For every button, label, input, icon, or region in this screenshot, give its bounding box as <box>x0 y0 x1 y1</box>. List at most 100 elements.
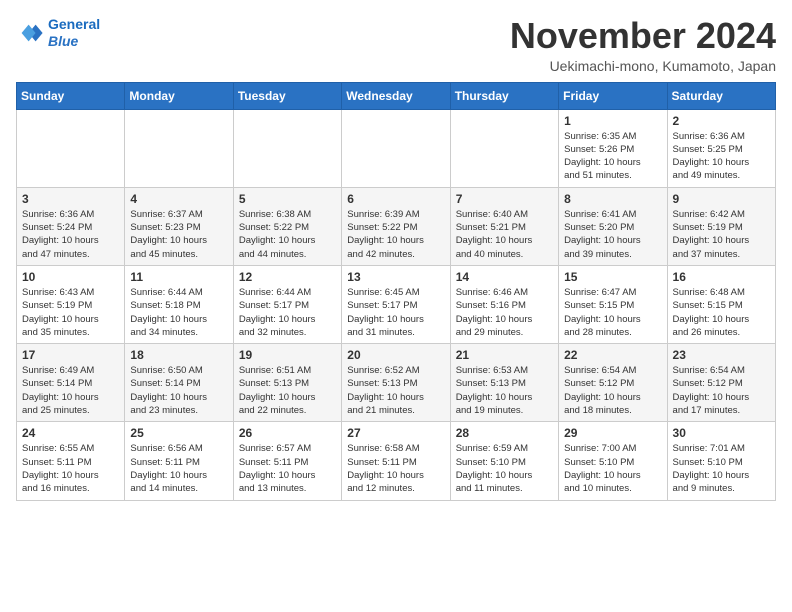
calendar-cell: 7 Sunrise: 6:40 AM Sunset: 5:21 PM Daylig… <box>450 187 558 265</box>
calendar-cell: 9Sunrise: 6:42 AM Sunset: 5:19 PM Daylig… <box>667 187 775 265</box>
logo: General Blue <box>16 16 100 50</box>
day-info: Sunrise: 6:52 AM Sunset: 5:13 PM Dayligh… <box>347 364 445 417</box>
day-number: 7 <box>456 192 554 206</box>
day-number: 28 <box>456 426 554 440</box>
calendar-table: SundayMondayTuesdayWednesdayThursdayFrid… <box>16 82 776 501</box>
day-info: Sunrise: 6:56 AM Sunset: 5:11 PM Dayligh… <box>130 442 228 495</box>
calendar-cell: 14Sunrise: 6:46 AM Sunset: 5:16 PM Dayli… <box>450 265 558 343</box>
day-number: 11 <box>130 270 228 284</box>
calendar-cell: 23 Sunrise: 6:54 AM Sunset: 5:12 PM Dayli… <box>667 344 775 422</box>
location-subtitle: Uekimachi-mono, Kumamoto, Japan <box>510 58 776 74</box>
day-info: Sunrise: 6:38 AM Sunset: 5:22 PM Dayligh… <box>239 208 337 261</box>
day-of-week-header: Tuesday <box>233 82 341 109</box>
day-number: 23 <box>673 348 771 362</box>
day-info: Sunrise: 6:51 AM Sunset: 5:13 PM Dayligh… <box>239 364 337 417</box>
day-info: Sunrise: 6:44 AM Sunset: 5:18 PM Dayligh… <box>130 286 228 339</box>
day-info: Sunrise: 6:48 AM Sunset: 5:15 PM Dayligh… <box>673 286 771 339</box>
calendar-week-row: 3 Sunrise: 6:36 AM Sunset: 5:24 PM Daylig… <box>17 187 776 265</box>
page-header: General Blue November 2024 Uekimachi-mon… <box>16 16 776 74</box>
day-number: 26 <box>239 426 337 440</box>
day-number: 10 <box>22 270 120 284</box>
day-number: 14 <box>456 270 554 284</box>
calendar-week-row: 10 Sunrise: 6:43 AM Sunset: 5:19 PM Dayli… <box>17 265 776 343</box>
calendar-week-row: 24 Sunrise: 6:55 AM Sunset: 5:11 PM Dayli… <box>17 422 776 500</box>
day-info: Sunrise: 6:41 AM Sunset: 5:20 PM Dayligh… <box>564 208 662 261</box>
day-info: Sunrise: 6:55 AM Sunset: 5:11 PM Dayligh… <box>22 442 120 495</box>
day-info: Sunrise: 6:39 AM Sunset: 5:22 PM Dayligh… <box>347 208 445 261</box>
day-of-week-header: Sunday <box>17 82 125 109</box>
day-number: 16 <box>673 270 771 284</box>
calendar-cell: 11 Sunrise: 6:44 AM Sunset: 5:18 PM Dayli… <box>125 265 233 343</box>
calendar-cell: 26 Sunrise: 6:57 AM Sunset: 5:11 PM Dayli… <box>233 422 341 500</box>
day-number: 2 <box>673 114 771 128</box>
logo-line2: Blue <box>48 33 78 49</box>
day-number: 21 <box>456 348 554 362</box>
day-number: 24 <box>22 426 120 440</box>
day-number: 12 <box>239 270 337 284</box>
day-info: Sunrise: 6:37 AM Sunset: 5:23 PM Dayligh… <box>130 208 228 261</box>
calendar-cell: 2Sunrise: 6:36 AM Sunset: 5:25 PM Daylig… <box>667 109 775 187</box>
day-of-week-header: Saturday <box>667 82 775 109</box>
day-info: Sunrise: 6:40 AM Sunset: 5:21 PM Dayligh… <box>456 208 554 261</box>
day-info: Sunrise: 6:57 AM Sunset: 5:11 PM Dayligh… <box>239 442 337 495</box>
day-number: 27 <box>347 426 445 440</box>
day-number: 17 <box>22 348 120 362</box>
calendar-cell <box>17 109 125 187</box>
day-info: Sunrise: 6:36 AM Sunset: 5:24 PM Dayligh… <box>22 208 120 261</box>
calendar-cell: 25 Sunrise: 6:56 AM Sunset: 5:11 PM Dayli… <box>125 422 233 500</box>
calendar-cell: 24 Sunrise: 6:55 AM Sunset: 5:11 PM Dayli… <box>17 422 125 500</box>
calendar-cell: 22Sunrise: 6:54 AM Sunset: 5:12 PM Dayli… <box>559 344 667 422</box>
day-info: Sunrise: 6:35 AM Sunset: 5:26 PM Dayligh… <box>564 130 662 183</box>
day-number: 15 <box>564 270 662 284</box>
day-info: Sunrise: 6:43 AM Sunset: 5:19 PM Dayligh… <box>22 286 120 339</box>
calendar-cell: 13 Sunrise: 6:45 AM Sunset: 5:17 PM Dayli… <box>342 265 450 343</box>
calendar-cell <box>450 109 558 187</box>
day-info: Sunrise: 6:58 AM Sunset: 5:11 PM Dayligh… <box>347 442 445 495</box>
calendar-cell: 16 Sunrise: 6:48 AM Sunset: 5:15 PM Dayli… <box>667 265 775 343</box>
calendar-cell: 17 Sunrise: 6:49 AM Sunset: 5:14 PM Dayli… <box>17 344 125 422</box>
day-info: Sunrise: 6:49 AM Sunset: 5:14 PM Dayligh… <box>22 364 120 417</box>
day-number: 3 <box>22 192 120 206</box>
calendar-cell: 8 Sunrise: 6:41 AM Sunset: 5:20 PM Daylig… <box>559 187 667 265</box>
day-number: 13 <box>347 270 445 284</box>
day-number: 22 <box>564 348 662 362</box>
day-number: 19 <box>239 348 337 362</box>
day-info: Sunrise: 6:45 AM Sunset: 5:17 PM Dayligh… <box>347 286 445 339</box>
day-number: 20 <box>347 348 445 362</box>
day-info: Sunrise: 6:54 AM Sunset: 5:12 PM Dayligh… <box>673 364 771 417</box>
day-of-week-header: Thursday <box>450 82 558 109</box>
calendar-header-row: SundayMondayTuesdayWednesdayThursdayFrid… <box>17 82 776 109</box>
day-number: 25 <box>130 426 228 440</box>
day-number: 4 <box>130 192 228 206</box>
title-block: November 2024 Uekimachi-mono, Kumamoto, … <box>510 16 776 74</box>
day-info: Sunrise: 6:59 AM Sunset: 5:10 PM Dayligh… <box>456 442 554 495</box>
day-info: Sunrise: 7:00 AM Sunset: 5:10 PM Dayligh… <box>564 442 662 495</box>
calendar-cell: 20 Sunrise: 6:52 AM Sunset: 5:13 PM Dayli… <box>342 344 450 422</box>
calendar-cell: 30Sunrise: 7:01 AM Sunset: 5:10 PM Dayli… <box>667 422 775 500</box>
day-number: 29 <box>564 426 662 440</box>
calendar-cell: 12 Sunrise: 6:44 AM Sunset: 5:17 PM Dayli… <box>233 265 341 343</box>
calendar-cell: 3 Sunrise: 6:36 AM Sunset: 5:24 PM Daylig… <box>17 187 125 265</box>
logo-text: General Blue <box>48 16 100 50</box>
calendar-week-row: 17 Sunrise: 6:49 AM Sunset: 5:14 PM Dayli… <box>17 344 776 422</box>
day-info: Sunrise: 6:50 AM Sunset: 5:14 PM Dayligh… <box>130 364 228 417</box>
day-of-week-header: Monday <box>125 82 233 109</box>
calendar-cell: 18 Sunrise: 6:50 AM Sunset: 5:14 PM Dayli… <box>125 344 233 422</box>
day-info: Sunrise: 6:47 AM Sunset: 5:15 PM Dayligh… <box>564 286 662 339</box>
calendar-cell <box>125 109 233 187</box>
day-info: Sunrise: 6:44 AM Sunset: 5:17 PM Dayligh… <box>239 286 337 339</box>
logo-line1: General <box>48 16 100 32</box>
day-number: 18 <box>130 348 228 362</box>
day-number: 9 <box>673 192 771 206</box>
day-number: 8 <box>564 192 662 206</box>
calendar-cell <box>233 109 341 187</box>
calendar-cell: 29 Sunrise: 7:00 AM Sunset: 5:10 PM Dayli… <box>559 422 667 500</box>
day-number: 5 <box>239 192 337 206</box>
month-title: November 2024 <box>510 16 776 56</box>
calendar-cell: 15 Sunrise: 6:47 AM Sunset: 5:15 PM Dayli… <box>559 265 667 343</box>
day-number: 30 <box>673 426 771 440</box>
calendar-cell: 28 Sunrise: 6:59 AM Sunset: 5:10 PM Dayli… <box>450 422 558 500</box>
calendar-week-row: 1Sunrise: 6:35 AM Sunset: 5:26 PM Daylig… <box>17 109 776 187</box>
day-of-week-header: Friday <box>559 82 667 109</box>
day-of-week-header: Wednesday <box>342 82 450 109</box>
